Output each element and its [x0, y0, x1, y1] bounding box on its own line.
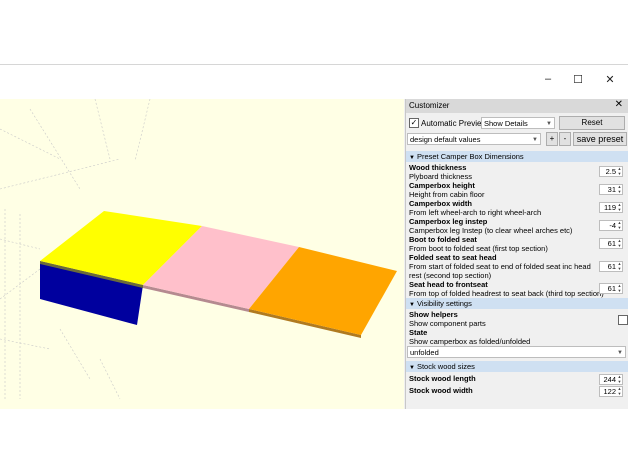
preset-row: design default values ▼ + - save preset: [406, 132, 628, 147]
section-visibility-settings[interactable]: ▼ Visibility settings: [406, 298, 628, 309]
add-preset-button[interactable]: +: [546, 132, 558, 146]
section-stock-wood-sizes[interactable]: ▼ Stock wood sizes: [406, 361, 628, 372]
customizer-panel: Customizer ✕ ✓ Automatic Preview Show De…: [405, 99, 628, 409]
customizer-header: Customizer ✕: [406, 99, 628, 113]
param-seat-head-to-frontseat: Seat head to frontseat From top of folde…: [406, 280, 628, 298]
param-name: Stock wood width: [409, 386, 473, 395]
close-icon: ✕: [605, 73, 615, 86]
spin-arrows-icon[interactable]: ▲ ▼: [617, 283, 622, 293]
param-name: Wood thickness: [409, 163, 467, 172]
automatic-preview-checkbox[interactable]: ✓: [409, 118, 419, 128]
param-stock-wood-width: Stock wood width 122 ▲ ▼: [406, 386, 628, 397]
spin-arrows-icon[interactable]: ▲ ▼: [617, 202, 622, 212]
remove-preset-button[interactable]: -: [559, 132, 571, 146]
save-preset-button[interactable]: save preset: [573, 132, 627, 146]
param-stock-wood-length: Stock wood length 244 ▲ ▼: [406, 374, 628, 385]
close-icon[interactable]: ✕: [615, 99, 623, 110]
param-boot-to-folded-seat: Boot to folded seat From boot to folded …: [406, 235, 628, 253]
param-state: State Show camperbox as folded/unfolded: [406, 328, 628, 346]
maximize-icon: ☐: [573, 73, 583, 86]
camperbox-height-spinbox[interactable]: 31 ▲ ▼: [599, 184, 623, 195]
param-desc: From start of folded seat to end of fold…: [409, 262, 591, 271]
chevron-down-icon: ▼: [532, 137, 538, 143]
param-name: Folded seat to seat head: [409, 253, 497, 262]
close-button[interactable]: ✕: [594, 69, 626, 89]
param-desc: From top of folded headrest to seat back…: [409, 289, 604, 298]
spin-value: 31: [607, 185, 616, 194]
param-name: Camperbox width: [409, 199, 472, 208]
leg-instep-spinbox[interactable]: -4 ▲ ▼: [599, 220, 623, 231]
spin-value: 244: [603, 375, 616, 384]
state-select[interactable]: unfolded ▼: [407, 346, 626, 358]
preset-select[interactable]: design default values ▼: [407, 133, 541, 145]
boot-to-folded-seat-spinbox[interactable]: 61 ▲ ▼: [599, 238, 623, 249]
param-name: Camperbox leg instep: [409, 217, 488, 226]
param-camperbox-width: Camperbox width From left wheel-arch to …: [406, 199, 628, 217]
minimize-button[interactable]: –: [532, 69, 564, 89]
section-title: Stock wood sizes: [416, 362, 475, 371]
maximize-button[interactable]: ☐: [562, 69, 594, 89]
stock-wood-length-spinbox[interactable]: 244 ▲ ▼: [599, 374, 623, 385]
details-select-value: Show Details: [484, 119, 528, 128]
folded-seat-to-seat-head-spinbox[interactable]: 61 ▲ ▼: [599, 261, 623, 272]
preview-row: ✓ Automatic Preview Show Details ▼ Reset: [406, 116, 628, 130]
camperbox-width-spinbox[interactable]: 119 ▲ ▼: [599, 202, 623, 213]
minimize-icon: –: [544, 73, 552, 85]
param-name: Camperbox height: [409, 181, 475, 190]
3d-viewport[interactable]: [0, 99, 404, 409]
param-name: Seat head to frontseat: [409, 280, 488, 289]
preset-select-value: design default values: [410, 135, 481, 144]
wood-thickness-spinbox[interactable]: 2.5 ▲ ▼: [599, 166, 623, 177]
details-select[interactable]: Show Details ▼: [481, 117, 555, 129]
chevron-down-icon: ▼: [617, 350, 623, 356]
spin-value: 2.5: [605, 167, 616, 176]
openscad-window: – ☐ ✕ Customizer ✕ ✓ Automatic Preview S…: [0, 64, 628, 409]
spin-arrows-icon[interactable]: ▲ ▼: [617, 261, 622, 271]
param-desc: From left wheel-arch to right wheel-arch: [409, 208, 542, 217]
spin-arrows-icon[interactable]: ▲ ▼: [617, 166, 622, 176]
param-folded-seat-to-seat-head: Folded seat to seat head From start of f…: [406, 253, 628, 280]
show-helpers-checkbox[interactable]: [618, 315, 628, 325]
spin-arrows-icon[interactable]: ▲ ▼: [617, 184, 622, 194]
param-desc: Show camperbox as folded/unfolded: [409, 337, 531, 346]
spin-arrows-icon[interactable]: ▲ ▼: [617, 238, 622, 248]
param-desc: Plyboard thickness: [409, 172, 472, 181]
spin-value: 61: [607, 239, 616, 248]
3d-render[interactable]: [0, 99, 404, 409]
reset-button[interactable]: Reset: [559, 116, 625, 130]
param-desc: Camperbox leg Instep (to clear wheel arc…: [409, 226, 573, 235]
spin-value: 61: [607, 284, 616, 293]
section-title: Visibility settings: [416, 299, 472, 308]
spin-value: 119: [604, 203, 616, 212]
param-camperbox-leg-instep: Camperbox leg instep Camperbox leg Inste…: [406, 217, 628, 235]
param-desc: From boot to folded seat (first top sect…: [409, 244, 548, 253]
stock-wood-width-spinbox[interactable]: 122 ▲ ▼: [599, 386, 623, 397]
param-name: State: [409, 328, 428, 337]
spin-arrows-icon[interactable]: ▲ ▼: [617, 220, 622, 230]
chevron-down-icon: ▼: [546, 121, 552, 127]
collapse-triangle-icon: ▼: [409, 365, 415, 371]
seat-head-to-frontseat-spinbox[interactable]: 61 ▲ ▼: [599, 283, 623, 294]
param-desc: Height from cabin floor: [409, 190, 485, 199]
section-title: Preset Camper Box Dimensions: [416, 152, 524, 161]
param-name: Boot to folded seat: [409, 235, 477, 244]
spin-value: 122: [603, 387, 616, 396]
param-wood-thickness: Wood thickness Plyboard thickness 2.5 ▲ ▼: [406, 163, 628, 181]
spin-arrows-icon[interactable]: ▲ ▼: [617, 374, 622, 384]
spin-value: -4: [609, 221, 616, 230]
spin-value: 61: [607, 262, 616, 271]
section-preset-dimensions[interactable]: ▼ Preset Camper Box Dimensions: [406, 151, 628, 162]
param-camperbox-height: Camperbox height Height from cabin floor…: [406, 181, 628, 199]
param-name: Stock wood length: [409, 374, 476, 383]
param-desc-line2: rest (second top section): [409, 271, 492, 280]
param-show-helpers: Show helpers Show component parts: [406, 310, 628, 328]
param-desc: Show component parts: [409, 319, 486, 328]
state-select-value: unfolded: [410, 348, 439, 357]
param-name: Show helpers: [409, 310, 458, 319]
customizer-title: Customizer: [409, 101, 450, 110]
automatic-preview-label: Automatic Preview: [421, 119, 488, 128]
spin-arrows-icon[interactable]: ▲ ▼: [617, 386, 622, 396]
title-bar: – ☐ ✕: [0, 65, 628, 99]
